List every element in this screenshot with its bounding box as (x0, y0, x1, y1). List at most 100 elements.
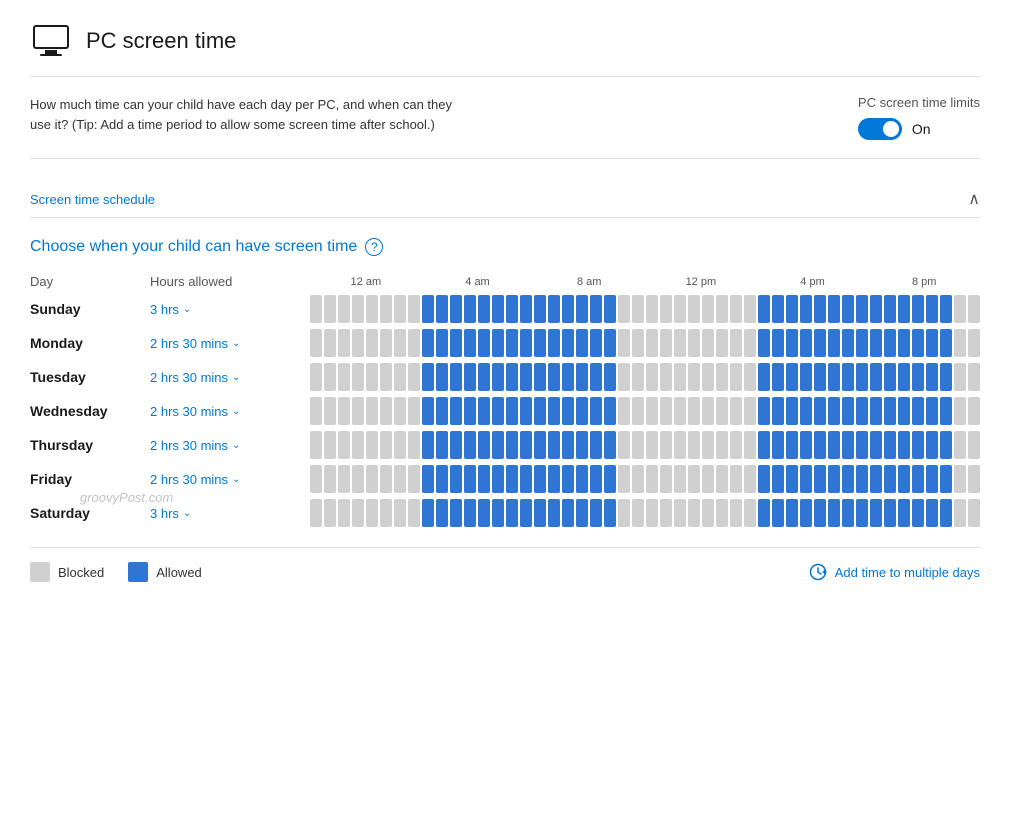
time-cell[interactable] (926, 499, 938, 527)
time-cell[interactable] (618, 499, 630, 527)
time-cell[interactable] (506, 295, 518, 323)
time-cell[interactable] (324, 431, 336, 459)
time-cell[interactable] (730, 465, 742, 493)
time-cell[interactable] (898, 329, 910, 357)
time-cell[interactable] (660, 499, 672, 527)
time-cell[interactable] (646, 295, 658, 323)
time-cell[interactable] (744, 329, 756, 357)
time-cell[interactable] (954, 329, 966, 357)
time-cell[interactable] (492, 295, 504, 323)
time-cell[interactable] (618, 431, 630, 459)
time-cell[interactable] (730, 295, 742, 323)
time-cell[interactable] (394, 431, 406, 459)
time-cell[interactable] (366, 329, 378, 357)
time-cell[interactable] (800, 499, 812, 527)
time-cell[interactable] (576, 295, 588, 323)
time-cell[interactable] (856, 397, 868, 425)
time-cell[interactable] (492, 465, 504, 493)
time-cell[interactable] (478, 499, 490, 527)
time-cell[interactable] (324, 397, 336, 425)
time-cell[interactable] (842, 465, 854, 493)
time-cell[interactable] (828, 329, 840, 357)
time-grid[interactable] (310, 329, 980, 357)
time-cell[interactable] (492, 499, 504, 527)
time-cell[interactable] (758, 397, 770, 425)
time-cell[interactable] (590, 295, 602, 323)
hours-allowed[interactable]: 2 hrs 30 mins ⌄ (150, 472, 310, 487)
time-cell[interactable] (590, 397, 602, 425)
time-cell[interactable] (744, 397, 756, 425)
time-cell[interactable] (548, 329, 560, 357)
time-cell[interactable] (394, 397, 406, 425)
time-cell[interactable] (716, 465, 728, 493)
time-cell[interactable] (870, 465, 882, 493)
time-cell[interactable] (548, 499, 560, 527)
time-cell[interactable] (534, 329, 546, 357)
time-cell[interactable] (604, 329, 616, 357)
time-cell[interactable] (422, 363, 434, 391)
time-cell[interactable] (884, 431, 896, 459)
time-cell[interactable] (632, 397, 644, 425)
time-cell[interactable] (968, 329, 980, 357)
time-cell[interactable] (814, 295, 826, 323)
time-cell[interactable] (464, 465, 476, 493)
time-cell[interactable] (562, 465, 574, 493)
time-cell[interactable] (408, 499, 420, 527)
time-cell[interactable] (632, 499, 644, 527)
time-cell[interactable] (772, 431, 784, 459)
time-cell[interactable] (968, 465, 980, 493)
time-cell[interactable] (618, 329, 630, 357)
time-cell[interactable] (338, 363, 350, 391)
time-cell[interactable] (492, 431, 504, 459)
hours-allowed[interactable]: 3 hrs ⌄ (150, 302, 310, 317)
time-cell[interactable] (954, 431, 966, 459)
time-cell[interactable] (394, 465, 406, 493)
time-cell[interactable] (688, 397, 700, 425)
time-cell[interactable] (954, 465, 966, 493)
time-cell[interactable] (730, 329, 742, 357)
time-cell[interactable] (604, 465, 616, 493)
time-cell[interactable] (716, 295, 728, 323)
time-cell[interactable] (352, 431, 364, 459)
time-cell[interactable] (422, 329, 434, 357)
time-cell[interactable] (464, 431, 476, 459)
time-cell[interactable] (646, 329, 658, 357)
time-cell[interactable] (800, 295, 812, 323)
time-cell[interactable] (366, 397, 378, 425)
time-cell[interactable] (324, 499, 336, 527)
time-cell[interactable] (800, 329, 812, 357)
hours-allowed[interactable]: 2 hrs 30 mins ⌄ (150, 336, 310, 351)
time-cell[interactable] (758, 329, 770, 357)
time-cell[interactable] (772, 397, 784, 425)
help-icon[interactable]: ? (365, 238, 383, 256)
time-cell[interactable] (506, 363, 518, 391)
time-cell[interactable] (352, 295, 364, 323)
time-cell[interactable] (324, 363, 336, 391)
time-cell[interactable] (758, 465, 770, 493)
time-cell[interactable] (926, 431, 938, 459)
time-cell[interactable] (814, 465, 826, 493)
time-cell[interactable] (422, 499, 434, 527)
time-cell[interactable] (646, 465, 658, 493)
time-cell[interactable] (968, 397, 980, 425)
time-cell[interactable] (940, 431, 952, 459)
time-cell[interactable] (408, 329, 420, 357)
time-cell[interactable] (870, 363, 882, 391)
time-cell[interactable] (436, 329, 448, 357)
time-cell[interactable] (562, 397, 574, 425)
time-cell[interactable] (702, 295, 714, 323)
time-cell[interactable] (646, 397, 658, 425)
time-cell[interactable] (450, 295, 462, 323)
time-cell[interactable] (856, 465, 868, 493)
time-cell[interactable] (828, 465, 840, 493)
time-cell[interactable] (716, 363, 728, 391)
time-cell[interactable] (478, 363, 490, 391)
time-cell[interactable] (842, 397, 854, 425)
time-cell[interactable] (702, 465, 714, 493)
time-cell[interactable] (422, 295, 434, 323)
time-cell[interactable] (380, 499, 392, 527)
time-cell[interactable] (702, 431, 714, 459)
time-cell[interactable] (394, 329, 406, 357)
time-cell[interactable] (758, 499, 770, 527)
time-cell[interactable] (450, 431, 462, 459)
